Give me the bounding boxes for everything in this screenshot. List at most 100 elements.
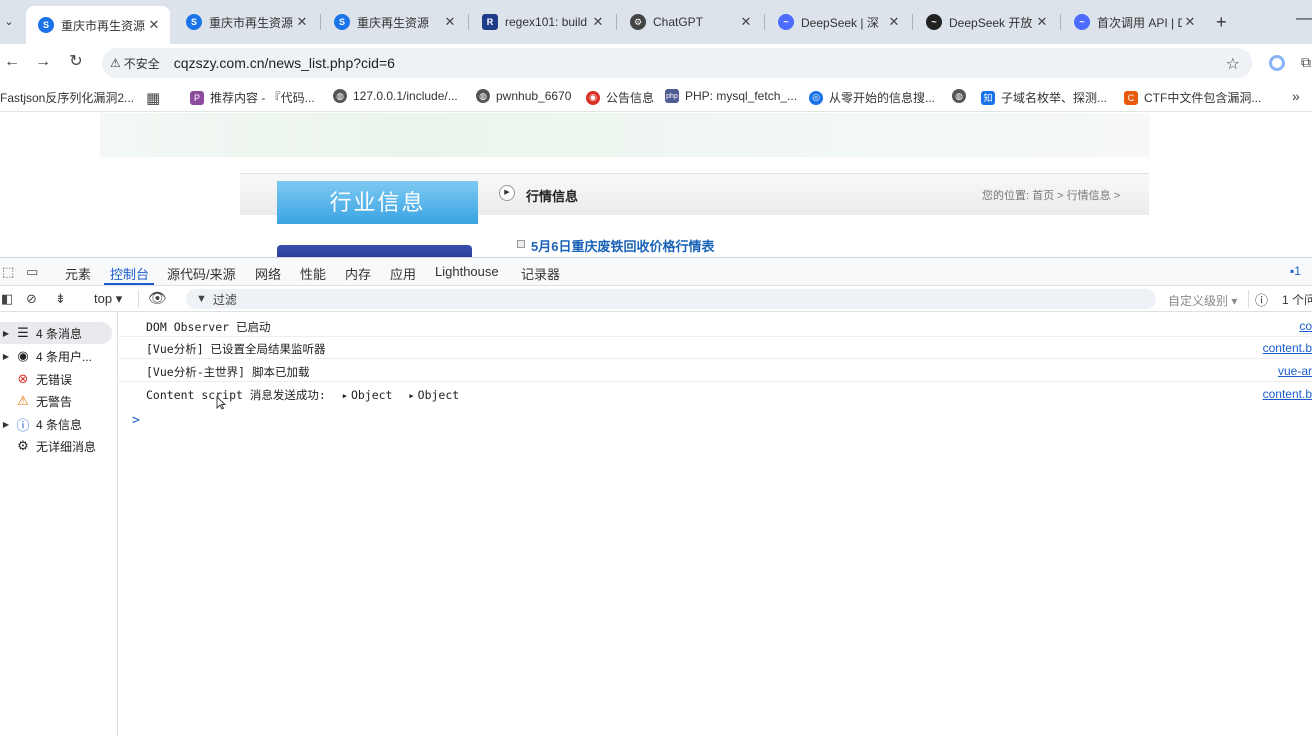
devtools-tab-application[interactable]: 应用 — [390, 264, 416, 283]
devtools-tab-elements[interactable]: 元素 — [65, 264, 91, 283]
security-indicator[interactable]: ⚠ 不安全 — [110, 55, 166, 72]
bookmark-item[interactable]: ◎ 从零开始的信息搜... — [809, 89, 935, 106]
bookmark-item[interactable]: ◍ — [952, 89, 972, 103]
bookmark-apps-grid[interactable]: ▦ — [146, 89, 160, 107]
sidebar-item-user-messages[interactable]: ▶ ◉ 4 条用户... — [0, 345, 112, 367]
expandable-object[interactable]: ▶ Object — [343, 388, 393, 402]
browser-tab[interactable]: ⚙ ChatGPT ✕ — [618, 6, 762, 38]
devtools-tab-network[interactable]: 网络 — [255, 264, 281, 283]
clear-console-icon[interactable]: ⊘ — [26, 291, 37, 307]
inspect-element-icon[interactable]: ⬚ — [2, 264, 14, 280]
extensions-puzzle-icon[interactable]: ⧉ — [1301, 54, 1311, 71]
sidebar-item-warnings[interactable]: ⚠ 无警告 — [0, 390, 112, 412]
devtools-tab-memory[interactable]: 内存 — [345, 264, 371, 283]
sidebar-item-messages[interactable]: ▶ ☰ 4 条消息 — [0, 322, 112, 344]
tab-title: regex101: build — [505, 15, 588, 29]
log-source-link[interactable]: co — [1299, 319, 1312, 333]
bookmark-item[interactable]: C CTF中文件包含漏洞... — [1124, 89, 1261, 106]
zhihu-favicon-icon: 知 — [981, 90, 995, 105]
bookmark-item[interactable]: Fastjson反序列化漏洞2... — [0, 89, 134, 106]
close-tab-icon[interactable]: ✕ — [738, 14, 754, 30]
news-list-link[interactable]: 5月6日重庆废铁回收价格行情表 — [531, 236, 714, 255]
minimize-window-icon[interactable]: — — [1296, 10, 1312, 28]
devtools-tab-recorder[interactable]: 记录器 — [521, 264, 560, 283]
mouse-cursor-icon — [216, 396, 226, 410]
toggle-sidebar-icon[interactable]: ◧ — [1, 291, 13, 307]
address-bar[interactable]: ⚠ 不安全 cqzszy.com.cn/news_list.php?cid=6 … — [102, 48, 1252, 78]
tab-search-chevron-icon[interactable]: ⌄ — [0, 12, 18, 32]
expand-arrow-icon[interactable]: ▶ — [0, 329, 12, 338]
close-tab-icon[interactable]: ✕ — [146, 17, 162, 33]
eye-icon[interactable]: 👁 — [148, 289, 167, 307]
browser-tab[interactable]: ~ 首次调用 API | D ✕ — [1062, 6, 1206, 38]
profile-avatar-icon[interactable] — [1269, 55, 1285, 71]
issues-badge[interactable]: ▪1 — [1290, 264, 1301, 278]
browser-tab-strip: ⌄ S 重庆市再生资源 ✕ S 重庆市再生资源 ✕ S 重庆再生资源 ✕ R r… — [0, 0, 1312, 44]
console-filter-input[interactable]: ▼ 过滤 — [186, 289, 1156, 309]
context-selector[interactable]: top ▾ — [94, 291, 122, 307]
bookmark-label: 子域名枚举、探测... — [1001, 91, 1108, 105]
sidebar-category-title: 行业信息 — [277, 181, 478, 224]
bookmark-item[interactable]: ◉ 公告信息 — [586, 89, 654, 106]
new-tab-plus-icon[interactable]: + — [1216, 12, 1227, 33]
console-prompt[interactable]: > — [132, 413, 140, 428]
expand-arrow-icon[interactable]: ▶ — [0, 352, 12, 361]
sidebar-item-info[interactable]: ▶ ⓘ 4 条信息 — [0, 413, 112, 435]
close-tab-icon[interactable]: ✕ — [590, 14, 606, 30]
info-icon: ⓘ — [16, 417, 30, 433]
expand-arrow-icon[interactable]: ▶ — [0, 420, 12, 429]
close-tab-icon[interactable]: ✕ — [442, 14, 458, 30]
close-tab-icon[interactable]: ✕ — [886, 14, 902, 30]
log-level-selector[interactable]: 自定义级别 ▾ — [1168, 292, 1237, 309]
bookmark-item[interactable]: 知 子域名枚举、探测... — [981, 89, 1107, 106]
breadcrumb[interactable]: 您的位置: 首页 > 行情信息 > — [982, 187, 1120, 203]
browser-tab[interactable]: S 重庆再生资源 ✕ — [322, 6, 466, 38]
devtools-tab-console[interactable]: 控制台 — [110, 264, 149, 283]
bookmark-item[interactable]: ◍ 127.0.0.1/include/... — [333, 89, 458, 103]
tab-title: ChatGPT — [653, 15, 704, 29]
tab-title: DeepSeek | 深 — [801, 15, 879, 30]
url-text[interactable]: cqzszy.com.cn/news_list.php?cid=6 — [166, 55, 395, 71]
php-favicon-icon: php — [665, 89, 679, 103]
devtools-tab-bar: ⬚ ▭ 元素 控制台 源代码/来源 网络 性能 内存 应用 Lighthouse… — [0, 258, 1312, 286]
expandable-object[interactable]: ▶ Object — [409, 388, 459, 402]
bookmark-item[interactable]: P 推荐内容 - 『代码... — [190, 89, 315, 106]
browser-tab[interactable]: ~ DeepSeek | 深 ✕ — [766, 6, 910, 38]
back-arrow-icon[interactable]: ← — [2, 52, 22, 72]
issues-badge-count: 1 — [1294, 264, 1301, 278]
globe-icon: ◍ — [476, 89, 490, 103]
bookmark-item[interactable]: php PHP: mysql_fetch_... — [665, 89, 797, 103]
issues-count[interactable]: 1 个问 — [1282, 291, 1312, 308]
browser-tab[interactable]: S 重庆市再生资源 ✕ — [174, 6, 318, 38]
info-circle-icon[interactable]: ⓘ — [1255, 290, 1268, 309]
devtools-tab-sources[interactable]: 源代码/来源 — [167, 264, 236, 283]
sidebar-item-errors[interactable]: ⊗ 无错误 — [0, 368, 112, 390]
bookmark-favicon-icon: ◎ — [809, 90, 823, 105]
log-source-link[interactable]: vue-ar — [1278, 364, 1312, 378]
close-tab-icon[interactable]: ✕ — [1182, 14, 1198, 30]
user-icon: ◉ — [17, 348, 29, 363]
device-toolbar-icon[interactable]: ▭ — [26, 264, 38, 280]
sidebar-item-verbose[interactable]: ⚙ 无详细消息 — [0, 435, 112, 457]
create-live-expression-icon[interactable]: ⇟ — [55, 291, 66, 307]
list-bullet-icon — [517, 240, 525, 248]
bookmark-item[interactable]: ◍ pwnhub_6670 — [476, 89, 571, 103]
browser-tab[interactable]: S 重庆市再生资源 ✕ — [26, 6, 170, 44]
devtools-tab-lighthouse[interactable]: Lighthouse — [435, 264, 499, 279]
close-tab-icon[interactable]: ✕ — [294, 14, 310, 30]
console-sidebar: ▶ ☰ 4 条消息 ▶ ◉ 4 条用户... ⊗ 无错误 ⚠ 无警告 ▶ ⓘ 4… — [0, 312, 118, 736]
browser-tab[interactable]: ~ DeepSeek 开放 ✕ — [914, 6, 1058, 38]
tab-title: 首次调用 API | D — [1097, 15, 1182, 30]
play-bullet-icon: ▶ — [499, 185, 515, 201]
close-tab-icon[interactable]: ✕ — [1034, 14, 1050, 30]
log-source-link[interactable]: content.b — [1263, 341, 1312, 355]
devtools-tab-performance[interactable]: 性能 — [300, 264, 326, 283]
reload-icon[interactable]: ↻ — [66, 52, 86, 72]
bookmark-star-icon[interactable]: ☆ — [1226, 54, 1240, 74]
bookmarks-overflow-icon[interactable]: » — [1292, 88, 1300, 104]
browser-tab[interactable]: R regex101: build ✕ — [470, 6, 614, 38]
log-source-link[interactable]: content.b — [1263, 387, 1312, 401]
forward-arrow-icon[interactable]: → — [33, 52, 53, 72]
site-favicon-icon: S — [38, 17, 54, 33]
expand-triangle-icon: ▶ — [409, 391, 414, 400]
